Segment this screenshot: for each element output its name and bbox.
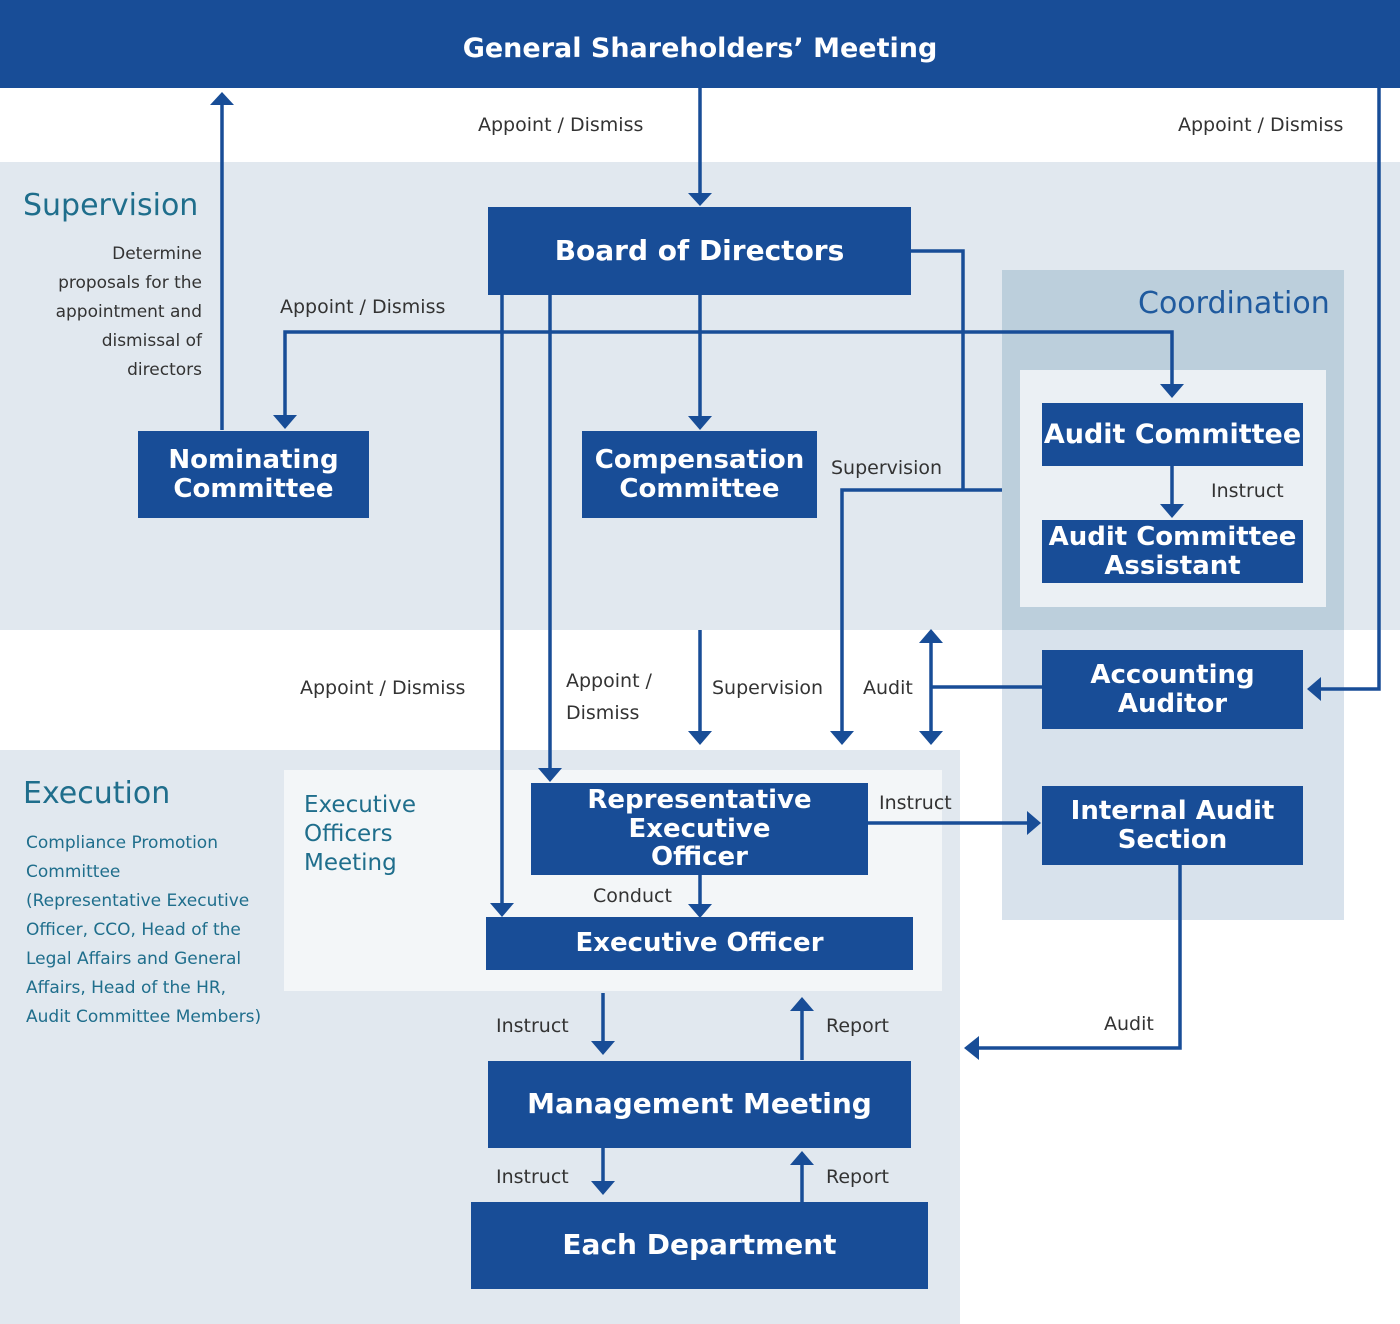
line-board-committees: [283, 330, 1174, 418]
audit-committee-box: Audit Committee: [1042, 403, 1303, 466]
box-line: Audit Committee: [1048, 522, 1297, 553]
arrow-up: [210, 92, 234, 105]
label-instruct-assistant: Instruct: [1211, 480, 1284, 502]
label-instruct-mgmt: Instruct: [496, 1015, 569, 1037]
arrow-down: [490, 903, 514, 917]
label-audit-internal: Audit: [1104, 1013, 1154, 1035]
arrow-down: [830, 731, 854, 745]
management-meeting-box: Management Meeting: [488, 1061, 911, 1148]
arrow-down: [919, 731, 943, 745]
arrow-up: [790, 997, 814, 1011]
arrow-down: [591, 1181, 615, 1195]
line-gsm-auditor: [1320, 88, 1381, 691]
box-line: Committee: [619, 473, 780, 504]
line-board-supervision: [840, 249, 1002, 734]
arrow-up: [790, 1151, 814, 1165]
arrow-down: [1160, 504, 1184, 518]
box-line: Officer: [651, 842, 748, 873]
arrow-down: [273, 415, 297, 429]
label-board-committees: Appoint / Dismiss: [280, 296, 446, 318]
representative-executive-officer-box: Representative Executive Officer: [531, 783, 868, 875]
accounting-auditor-box: Accounting Auditor: [1042, 650, 1303, 729]
each-department-box: Each Department: [471, 1202, 928, 1289]
arrow-right: [1027, 811, 1041, 835]
box-line: Assistant: [1104, 550, 1241, 581]
label-instruct-internal: Instruct: [879, 792, 952, 814]
label-line: Dismiss: [566, 702, 640, 724]
label-supervision-right: Supervision: [831, 457, 943, 479]
box-line: Section: [1117, 824, 1228, 855]
label-supervision-exec: Supervision: [712, 677, 824, 699]
compensation-committee-box: Compensation Committee: [582, 431, 817, 518]
nominating-committee-box: Nominating Committee: [138, 431, 369, 518]
label-line: Appoint /: [566, 670, 652, 692]
box-line: Committee: [173, 473, 334, 504]
box-line: Compensation: [594, 445, 805, 476]
arrow-down: [688, 904, 712, 918]
label-appoint-exec: Appoint / Dismiss: [300, 677, 466, 699]
executive-officer-box: Executive Officer: [486, 917, 913, 970]
audit-committee-assistant-box: Audit Committee Assistant: [1042, 520, 1303, 583]
arrow-down: [688, 416, 712, 430]
board-of-directors-box: Board of Directors: [488, 207, 911, 295]
box-line: Nominating: [168, 445, 339, 476]
arrow-down: [1160, 384, 1184, 398]
label-conduct: Conduct: [593, 885, 672, 907]
label-gsm-auditor: Appoint / Dismiss: [1178, 114, 1344, 136]
label-report-dept: Report: [826, 1166, 889, 1188]
box-line: Accounting: [1090, 660, 1255, 691]
label-appoint-rep: Appoint / Dismiss: [566, 665, 652, 729]
arrow-left: [964, 1036, 979, 1060]
arrow-down: [591, 1041, 615, 1055]
arrow-down: [538, 768, 562, 782]
box-line: Auditor: [1117, 688, 1228, 719]
box-line: Internal Audit: [1070, 796, 1275, 827]
arrow-down: [688, 193, 712, 206]
internal-audit-section-box: Internal Audit Section: [1042, 786, 1303, 865]
label-instruct-dept: Instruct: [496, 1166, 569, 1188]
arrow-down: [688, 731, 712, 745]
box-line: Executive: [628, 813, 771, 844]
line-audit: [929, 640, 1042, 734]
label-gsm-board: Appoint / Dismiss: [478, 114, 644, 136]
label-report-mgmt: Report: [826, 1015, 889, 1037]
label-audit-auditor: Audit: [863, 677, 913, 699]
arrow-up: [919, 629, 943, 643]
arrow-left: [1307, 677, 1321, 701]
box-line: Representative: [587, 785, 812, 816]
